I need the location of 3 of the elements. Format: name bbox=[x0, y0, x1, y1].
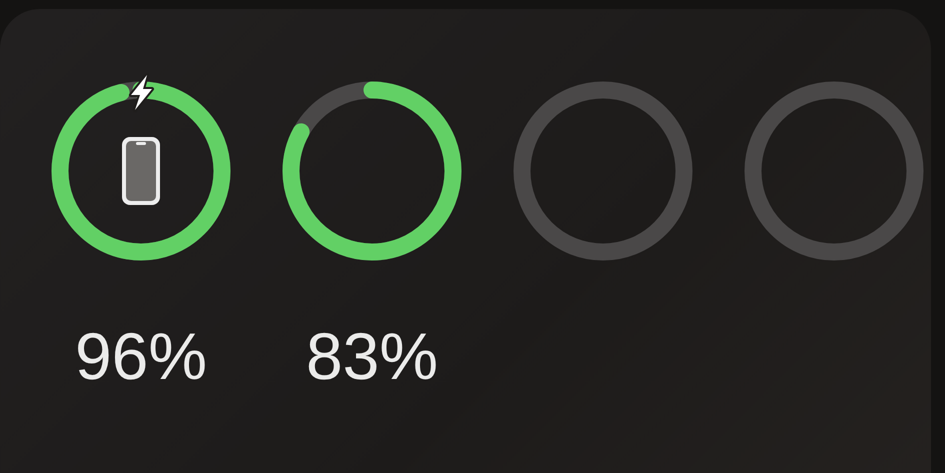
battery-percent: 83% bbox=[306, 323, 438, 389]
battery-percent: 96% bbox=[74, 323, 208, 389]
phone-icon bbox=[122, 137, 160, 205]
